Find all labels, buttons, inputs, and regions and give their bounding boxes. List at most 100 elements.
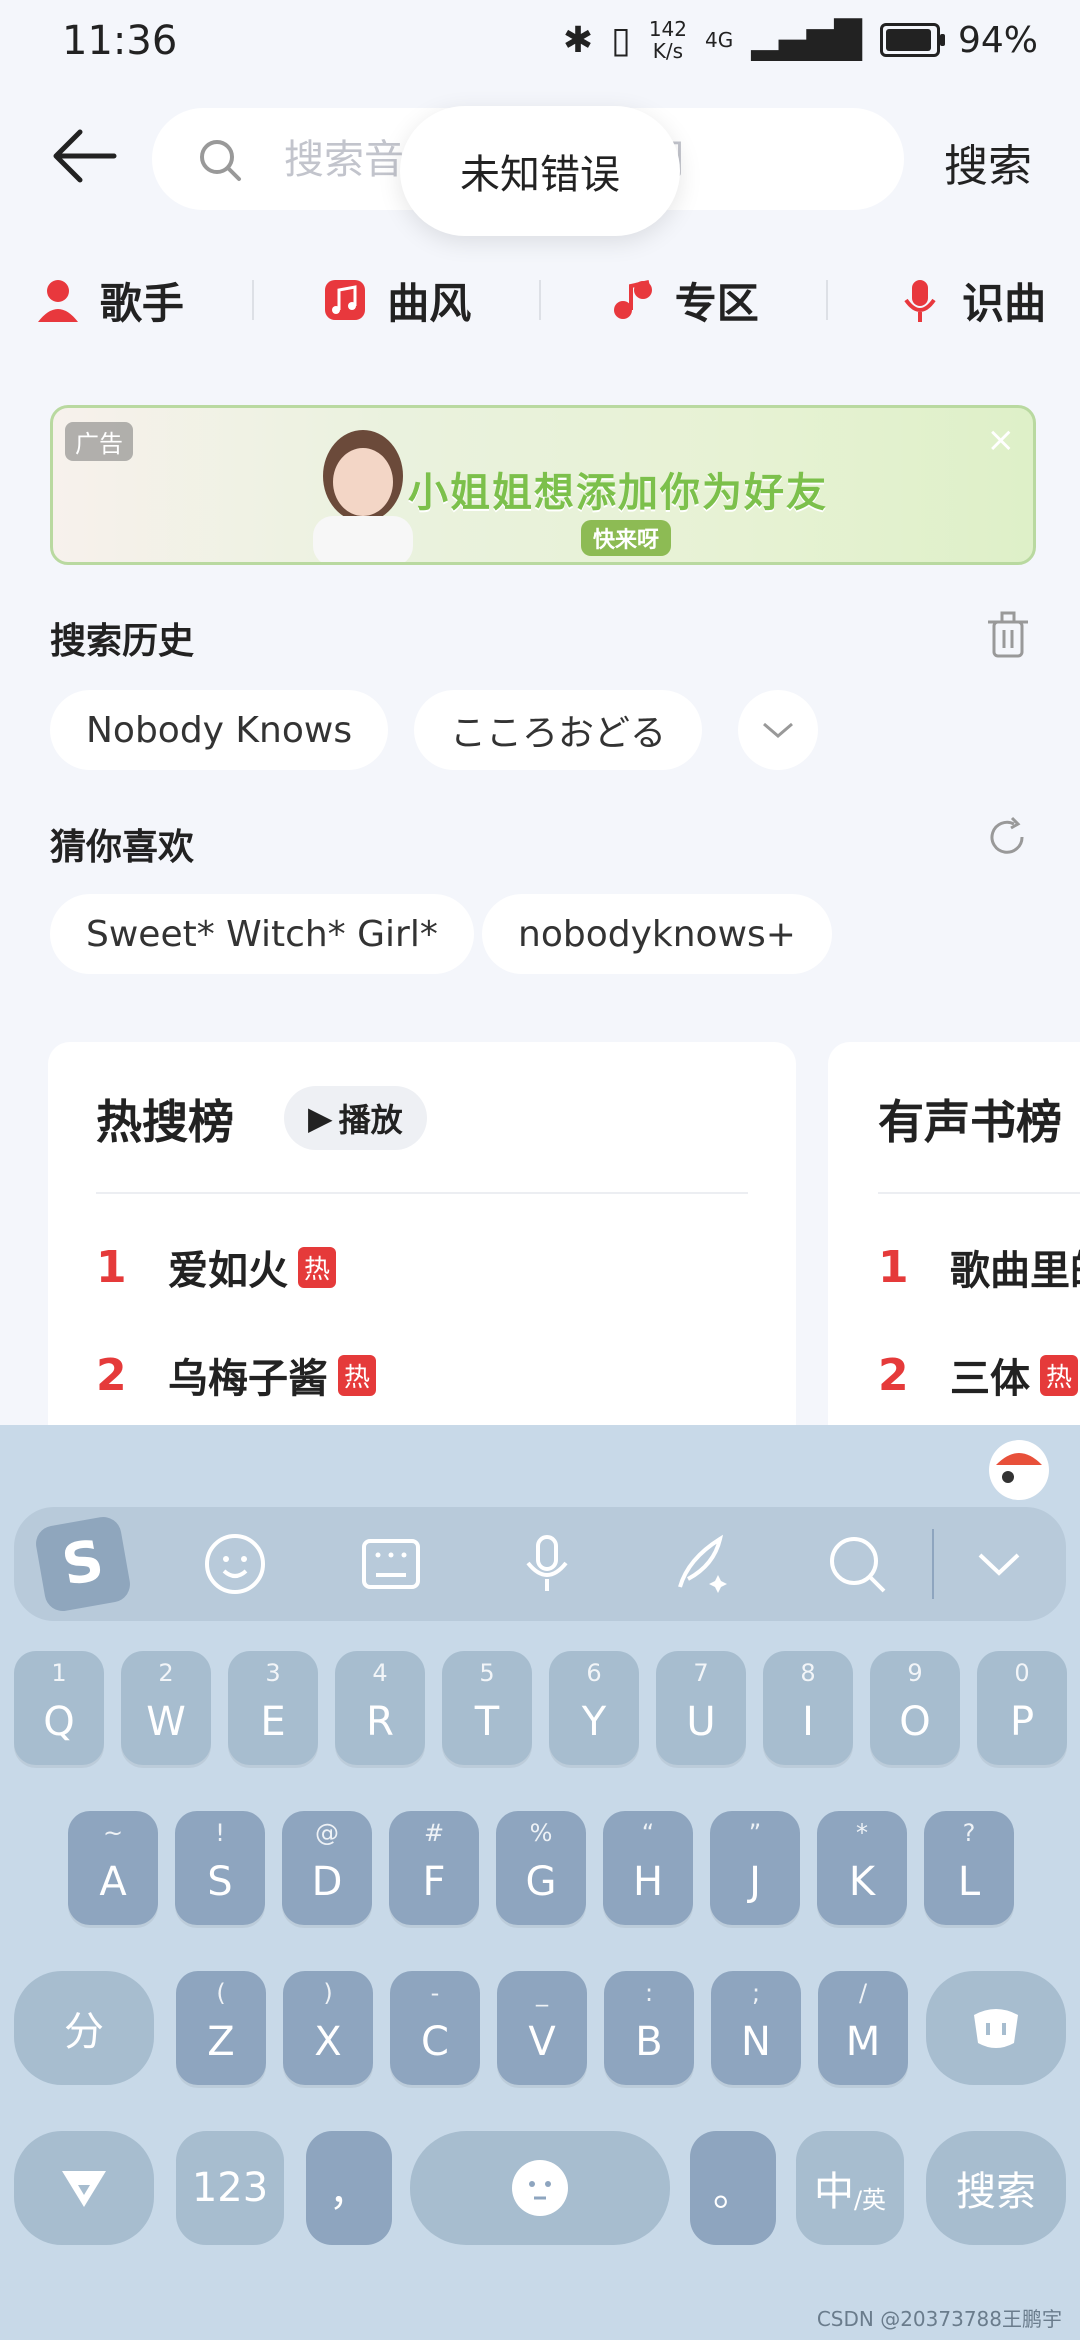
search-key[interactable]: 搜索 (926, 2131, 1066, 2245)
period-key[interactable]: 。 (690, 2131, 776, 2245)
ad-close-button[interactable]: × (987, 420, 1016, 460)
category-label: 曲风 (387, 278, 472, 328)
category-recognize[interactable]: 识曲 (896, 270, 1046, 331)
category-genre[interactable]: 曲风 (321, 270, 471, 331)
hot-item[interactable]: 1 爱如火 热 (96, 1238, 337, 1296)
recommend-chip[interactable]: Sweet* Witch* Girl* (50, 894, 474, 974)
key-k[interactable]: * K (817, 1811, 907, 1925)
key-label: O (899, 1699, 931, 1745)
language-key[interactable]: 中/英 (796, 2131, 904, 2245)
key-hint: 1 (51, 1659, 67, 1687)
handwriting-icon[interactable] (668, 1529, 738, 1599)
key-hint: ” (748, 1819, 762, 1847)
trash-icon[interactable] (986, 610, 1030, 660)
key-hint: 2 (158, 1659, 174, 1687)
key-c[interactable]: -C (390, 1971, 480, 2085)
audiobook-item[interactable]: 1 歌曲里的 (878, 1238, 1080, 1296)
key-label: N (741, 2019, 771, 2065)
key-label: P (1009, 1699, 1035, 1745)
sogou-mascot-icon[interactable] (986, 1437, 1052, 1503)
zone-icon (613, 280, 652, 319)
search-icon[interactable] (822, 1529, 892, 1599)
hot-item[interactable]: 2 乌梅子酱 热 (96, 1346, 377, 1404)
singer-icon (37, 280, 78, 322)
divider (96, 1192, 748, 1194)
ad-banner[interactable]: 广告 小姐姐想添加你为好友 快来呀 × (50, 405, 1036, 565)
keyboard-layout-icon[interactable] (356, 1529, 426, 1599)
key-hint: 6 (586, 1659, 602, 1687)
comma-key[interactable]: ， (306, 2131, 392, 2245)
space-key[interactable] (410, 2131, 670, 2245)
key-e[interactable]: 3E (228, 1651, 318, 1765)
split-key[interactable]: 分 (14, 1971, 154, 2085)
delete-key[interactable] (926, 1971, 1066, 2085)
key-f[interactable]: # F (389, 1811, 479, 1925)
audiobook-item[interactable]: 2 三体 热 (878, 1346, 1079, 1404)
key-label: M (845, 2019, 881, 2065)
key-j[interactable]: ” J (710, 1811, 800, 1925)
rank-number: 2 (96, 1349, 127, 1401)
back-button[interactable] (48, 120, 120, 192)
key-d[interactable]: @ D (282, 1811, 372, 1925)
key-s[interactable]: ! S (175, 1811, 265, 1925)
key-hint: 3 (265, 1659, 281, 1687)
rank-number: 2 (878, 1349, 909, 1401)
number-key[interactable]: 123 (176, 2131, 284, 2245)
key-z[interactable]: (Z (176, 1971, 266, 2085)
net-speed: 142 K/s (649, 18, 687, 62)
key-label: W (146, 1699, 186, 1745)
play-all-button[interactable]: ▶ 播放 (284, 1086, 427, 1150)
key-a[interactable]: ~ A (68, 1811, 158, 1925)
key-m[interactable]: / M (818, 1971, 908, 2085)
sogou-logo-icon[interactable]: S (33, 1514, 133, 1614)
key-v[interactable]: _ V (497, 1971, 587, 2085)
key-w[interactable]: 2W (121, 1651, 211, 1765)
divider (251, 280, 254, 320)
key-u[interactable]: 7U (656, 1651, 746, 1765)
key-l[interactable]: ? L (924, 1811, 1014, 1925)
key-label: D (311, 1859, 343, 1905)
history-chip[interactable]: こころおどる (414, 690, 703, 770)
chevron-down-icon[interactable] (964, 1529, 1034, 1599)
battery-icon (879, 23, 945, 57)
audiobook-card-title: 有声书榜 (878, 1095, 1062, 1149)
emoji-panel-key[interactable] (14, 2131, 154, 2245)
key-hint: % (529, 1819, 553, 1847)
hot-search-card: 热搜榜 ▶ 播放 1 爱如火 热 2 乌梅子酱 热 (48, 1042, 796, 1462)
key-y[interactable]: 6Y (549, 1651, 639, 1765)
key-label: X (314, 2019, 342, 2065)
key-i[interactable]: 8I (763, 1651, 853, 1765)
key-label: Y (581, 1699, 607, 1745)
divider (538, 280, 541, 320)
key-x[interactable]: ) X (283, 1971, 373, 2085)
key-label: V (528, 2019, 556, 2065)
emoji-icon[interactable] (200, 1529, 270, 1599)
lang-main: 中 (813, 2169, 854, 2215)
key-hint: “ (641, 1819, 655, 1847)
key-b[interactable]: :B (604, 1971, 694, 2085)
key-g[interactable]: % G (496, 1811, 586, 1925)
refresh-icon[interactable] (984, 814, 1030, 860)
key-t[interactable]: 5T (442, 1651, 532, 1765)
recommend-chip[interactable]: nobodyknows+ (482, 894, 832, 974)
back-arrow-icon (53, 129, 117, 183)
book-name: 三体 (950, 1356, 1030, 1402)
play-icon: ▶ (308, 1099, 333, 1137)
key-q[interactable]: 1Q (14, 1651, 104, 1765)
expand-history-button[interactable] (738, 690, 818, 770)
history-chip[interactable]: Nobody Knows (50, 690, 389, 770)
key-h[interactable]: “H (603, 1811, 693, 1925)
network-type: 4G (705, 28, 734, 52)
delete-face-icon (974, 2009, 1018, 2048)
category-row: 歌手 曲风 专区 识曲 (0, 260, 1080, 340)
key-p[interactable]: 0P (977, 1651, 1067, 1765)
category-singer[interactable]: 歌手 (34, 270, 184, 331)
search-button[interactable]: 搜索 (944, 130, 1032, 194)
key-o[interactable]: 9O (870, 1651, 960, 1765)
voice-input-icon[interactable] (512, 1529, 582, 1599)
rank-number: 1 (878, 1241, 909, 1293)
category-zone[interactable]: 专区 (609, 270, 759, 331)
key-n[interactable]: ; N (711, 1971, 801, 2085)
key-hint: / (858, 1979, 868, 2007)
key-r[interactable]: 4R (335, 1651, 425, 1765)
